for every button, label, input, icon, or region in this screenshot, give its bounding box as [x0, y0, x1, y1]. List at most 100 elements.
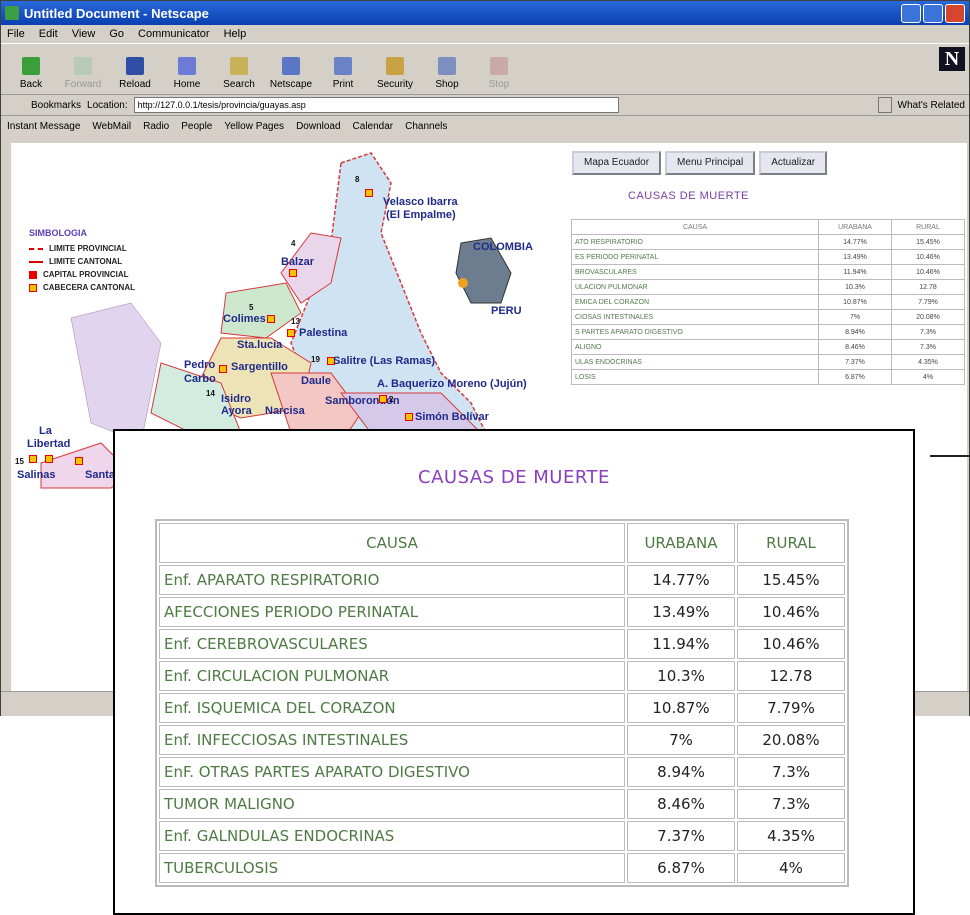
cell-rural: 4.35%: [891, 354, 965, 370]
cell-rural: 7.79%: [737, 693, 845, 723]
home-icon: [178, 57, 196, 75]
cell-urbana: 6.87%: [818, 369, 892, 385]
cell-causa: EMICA DEL CORAZON: [571, 294, 819, 310]
personal-radio[interactable]: Radio: [143, 121, 169, 132]
personal-yellow-pages[interactable]: Yellow Pages: [224, 121, 284, 132]
print-icon: [334, 57, 352, 75]
cell-causa: TUMOR MALIGNO: [159, 789, 625, 819]
cell-causa: Enf. GALNDULAS ENDOCRINAS: [159, 821, 625, 851]
cell-urbana: 14.77%: [627, 565, 735, 595]
cell-causa: Enf. INFECCIOSAS INTESTINALES: [159, 725, 625, 755]
menu-view[interactable]: View: [72, 28, 96, 40]
cabecera-marker: [289, 269, 297, 277]
netscape-button[interactable]: Netscape: [269, 57, 313, 94]
table-row: ATO RESPIRATORIO 14.77% 15.45%: [571, 234, 965, 250]
forward-button[interactable]: Forward: [61, 57, 105, 94]
netscape-icon: [282, 57, 300, 75]
home-button[interactable]: Home: [165, 57, 209, 94]
cell-rural: 4%: [737, 853, 845, 883]
page-nav: Mapa Ecuador Menu Principal Actualizar: [572, 151, 828, 175]
table-row: ES PERIODO PERINATAL 13.49% 10.46%: [571, 249, 965, 265]
map-label-isidro: Isidro: [221, 393, 251, 405]
table-row: BROVASCULARES 11.94% 10.46%: [571, 264, 965, 280]
shop-icon: [438, 57, 456, 75]
map-label-libertad: La: [39, 425, 52, 437]
cell-urbana: 11.94%: [818, 264, 892, 280]
menu-go[interactable]: Go: [109, 28, 124, 40]
map-label-balzar: Balzar: [281, 256, 315, 268]
menu-communicator[interactable]: Communicator: [138, 28, 210, 40]
capital-swatch: [29, 270, 37, 279]
menu-principal-button[interactable]: Menu Principal: [665, 151, 756, 175]
canton-number: 5: [249, 303, 254, 312]
menu-edit[interactable]: Edit: [39, 28, 58, 40]
canton-number: 4: [291, 239, 296, 248]
divider-line: [930, 455, 970, 457]
stop-button[interactable]: Stop: [477, 57, 521, 94]
provincial-line-swatch: [29, 247, 43, 250]
legend-item: CAPITAL PROVINCIAL: [43, 270, 129, 279]
map-label-moreno: A. Baquerizo Moreno (Jujún): [377, 378, 527, 390]
security-button[interactable]: Security: [373, 57, 417, 94]
table-header-row: CAUSA URABANA RURAL: [159, 523, 845, 563]
map-label-colimes: Colimes: [223, 313, 266, 325]
cell-causa: Enf. CIRCULACION PULMONAR: [159, 661, 625, 691]
cell-rural: 4%: [891, 369, 965, 385]
map-label-libertad: Libertad: [27, 438, 71, 450]
url-dropdown-icon[interactable]: [877, 97, 892, 113]
map-label-santa: Santa: [85, 469, 115, 481]
actualizar-button[interactable]: Actualizar: [759, 151, 828, 175]
cell-rural: 7.3%: [737, 757, 845, 787]
cell-rural: 10.46%: [737, 597, 845, 627]
search-button[interactable]: Search: [217, 57, 261, 94]
table-header-row: CAUSA URABANA RURAL: [571, 219, 965, 235]
personal-webmail[interactable]: WebMail: [92, 121, 131, 132]
personal-people[interactable]: People: [181, 121, 212, 132]
table-row: Enf. INFECCIOSAS INTESTINALES 7% 20.08%: [159, 725, 845, 755]
legend-item: CABECERA CANTONAL: [43, 283, 135, 292]
shop-button[interactable]: Shop: [425, 57, 469, 94]
personal-instant-message[interactable]: Instant Message: [7, 121, 80, 132]
cabecera-marker: [219, 365, 227, 373]
cell-causa: ALIGNO: [571, 339, 819, 355]
map-label-velasco: Velasco Ibarra: [383, 196, 458, 208]
lock-icon: [386, 57, 404, 75]
close-button[interactable]: [945, 4, 965, 23]
map-label-salinas: Salinas: [17, 469, 56, 481]
menu-help[interactable]: Help: [224, 28, 247, 40]
url-field[interactable]: http://127.0.0.1/tesis/provincia/guayas.…: [133, 97, 619, 113]
whats-related-button[interactable]: What's Related: [898, 100, 966, 111]
capital-marker: [29, 455, 37, 463]
map-label-carbo: Carbo: [184, 373, 216, 385]
personal-channels[interactable]: Channels: [405, 121, 447, 132]
map-label-simon: Simón Bolívar: [415, 411, 489, 423]
table-row: AFECCIONES PERIODO PERINATAL 13.49% 10.46%: [159, 597, 845, 627]
map-label-narcisa: Narcisa: [265, 405, 305, 417]
column-header-urbana: URABANA: [818, 219, 892, 235]
canton-number: 2: [389, 395, 394, 404]
column-header-urbana: URABANA: [627, 523, 735, 563]
cell-causa: Enf. ISQUEMICA DEL CORAZON: [159, 693, 625, 723]
back-button[interactable]: Back: [9, 57, 53, 94]
personal-calendar[interactable]: Calendar: [353, 121, 394, 132]
print-button[interactable]: Print: [321, 57, 365, 94]
minimize-button[interactable]: [901, 4, 921, 23]
cabecera-marker: [365, 189, 373, 197]
table-row: CIOSAS INTESTINALES 7% 20.08%: [571, 309, 965, 325]
cell-urbana: 8.46%: [627, 789, 735, 819]
bookmarks-button[interactable]: Bookmarks: [31, 100, 81, 111]
cell-urbana: 14.77%: [818, 234, 892, 250]
stop-icon: [490, 57, 508, 75]
map-label-salitre: Salitre (Las Ramas): [333, 355, 436, 367]
table-row: ULAS ENDOCRINAS 7.37% 4.35%: [571, 354, 965, 370]
mapa-ecuador-button[interactable]: Mapa Ecuador: [572, 151, 662, 175]
reload-button[interactable]: Reload: [113, 57, 157, 94]
cell-urbana: 13.49%: [818, 249, 892, 265]
cantonal-line-swatch: [29, 260, 43, 263]
maximize-button[interactable]: [923, 4, 943, 23]
menu-file[interactable]: File: [7, 28, 25, 40]
cell-causa: EnF. OTRAS PARTES APARATO DIGESTIVO: [159, 757, 625, 787]
window-title: Untitled Document - Netscape: [24, 5, 209, 21]
personal-download[interactable]: Download: [296, 121, 340, 132]
map-label-palestina: Palestina: [299, 327, 348, 339]
